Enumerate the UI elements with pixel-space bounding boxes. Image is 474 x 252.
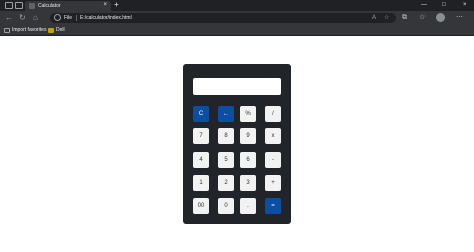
key-clear-button[interactable]: C (193, 106, 209, 122)
key-percent-button[interactable]: % (240, 106, 256, 122)
page-favicon-icon (29, 3, 35, 9)
reload-icon[interactable]: ↻ (19, 12, 26, 24)
key-5-button[interactable]: 5 (218, 152, 234, 168)
key-0-button[interactable]: 0 (218, 198, 234, 214)
bookmark-label: Dell (56, 27, 65, 33)
key-8-button[interactable]: 8 (218, 128, 234, 144)
address-bar[interactable]: File E:/calculator/index.html A ☆ (50, 13, 396, 23)
key-multiply-button[interactable]: x (265, 128, 281, 144)
folder-icon (48, 28, 54, 33)
scheme-label: File (64, 15, 73, 21)
key-6-button[interactable]: 6 (240, 152, 256, 168)
key-backspace-button[interactable]: ← (218, 106, 234, 122)
key-1-button[interactable]: 1 (193, 175, 209, 191)
back-icon[interactable]: ← (5, 12, 13, 24)
site-info-icon[interactable] (54, 14, 61, 21)
read-aloud-icon[interactable]: A (372, 14, 376, 22)
profile-avatar[interactable] (436, 13, 445, 22)
key-decimal-button[interactable]: . (240, 198, 256, 214)
key-4-button[interactable]: 4 (193, 152, 209, 168)
key-9-button[interactable]: 9 (240, 128, 256, 144)
browser-toolbar: ← ↻ ⌂ File E:/calculator/index.html A ☆ … (0, 11, 474, 25)
tab-actions-icon[interactable] (15, 2, 23, 9)
more-menu-icon[interactable]: ⋯ (456, 13, 463, 23)
minimize-icon[interactable]: — (421, 0, 427, 10)
favorites-icon[interactable]: ☆ (419, 13, 425, 23)
workspaces-icon[interactable] (5, 2, 13, 9)
key-minus-button[interactable]: - (265, 152, 281, 168)
import-icon (4, 28, 10, 33)
split-screen-icon[interactable]: ⧉ (402, 13, 407, 23)
favorite-star-icon[interactable]: ☆ (384, 14, 389, 22)
home-icon[interactable]: ⌂ (33, 12, 38, 24)
url-text[interactable]: E:/calculator/index.html (80, 15, 132, 21)
close-window-icon[interactable]: × (463, 0, 467, 10)
bookmarks-bar: Import favorites Dell (0, 25, 474, 36)
key-plus-button[interactable]: + (265, 175, 281, 191)
tab-bar: Calculator × + — □ × (0, 0, 474, 11)
key-2-button[interactable]: 2 (218, 175, 234, 191)
tab-title: Calculator (38, 3, 61, 9)
bookmark-label: Import favorites (12, 27, 47, 33)
calculator: C ←%/7 8 9 x 4 5 6-1 2 3 +00 0. = (183, 64, 291, 224)
key-3-button[interactable]: 3 (240, 175, 256, 191)
new-tab-icon[interactable]: + (114, 0, 119, 10)
address-divider (76, 15, 77, 21)
key-equals-button[interactable]: = (265, 198, 281, 214)
key-divide-button[interactable]: / (265, 106, 281, 122)
calculator-display[interactable] (193, 78, 281, 95)
maximize-icon[interactable]: □ (442, 0, 446, 10)
close-tab-icon[interactable]: × (103, 1, 107, 10)
key-00-button[interactable]: 00 (193, 198, 209, 214)
key-7-button[interactable]: 7 (193, 128, 209, 144)
tab-calculator[interactable]: Calculator × (25, 1, 111, 11)
